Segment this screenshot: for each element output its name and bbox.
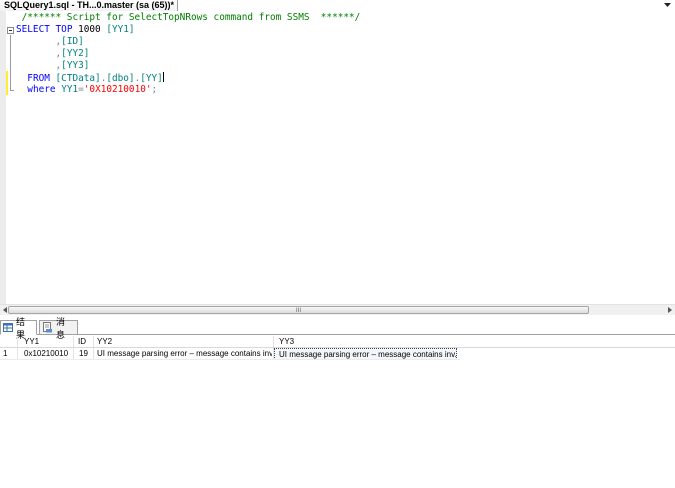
- column-header-id[interactable]: ID: [78, 336, 86, 348]
- code-token: [YY3]: [61, 60, 90, 71]
- unsaved-change-indicator: [6, 71, 8, 95]
- code-token: [dbo]: [106, 73, 135, 84]
- editor-margin: [0, 11, 6, 304]
- column-header-yy2[interactable]: YY2: [97, 336, 112, 348]
- grid-icon: [3, 323, 13, 332]
- code-line[interactable]: where YY1='0X10210010';: [16, 84, 360, 96]
- document-tab-strip: SQLQuery1.sql - TH...0.master (sa (65))*: [0, 0, 675, 11]
- code-token: 1000: [72, 24, 107, 35]
- code-token: [YY]: [140, 73, 163, 84]
- code-line[interactable]: ,[YY3]: [16, 60, 360, 72]
- code-token: ;: [151, 84, 158, 95]
- code-line[interactable]: ,[ID]: [16, 36, 360, 48]
- code-token: [CTData]: [55, 73, 101, 84]
- collapse-outline-icon[interactable]: [7, 27, 14, 34]
- code-line[interactable]: FROM [CTData].[dbo].[YY]: [16, 72, 360, 84]
- scrollbar-grip: III: [295, 307, 302, 314]
- message-document-icon: [43, 322, 52, 333]
- code-token: [YY2]: [61, 48, 90, 59]
- column-header-yy1[interactable]: YY1: [24, 336, 39, 348]
- code-token: [YY1]: [106, 24, 135, 35]
- editor-horizontal-scrollbar[interactable]: III: [0, 304, 675, 315]
- results-grid[interactable]: YY1 ID YY2 YY3 1 0x10210010 19 UI messag…: [0, 336, 675, 360]
- tab-results[interactable]: 结果: [0, 318, 37, 341]
- code-token: FROM: [27, 73, 50, 84]
- outline-guide: [10, 35, 11, 90]
- code-token: '0X10210010': [83, 84, 152, 95]
- text-caret: [162, 72, 164, 82]
- code-token: [ID]: [61, 36, 84, 47]
- code-token: YY1: [61, 84, 79, 95]
- code-text[interactable]: /****** Script for SelectTopNRows comman…: [16, 12, 360, 96]
- code-line[interactable]: SELECT TOP 1000 [YY1]: [16, 24, 360, 36]
- code-token: where: [27, 84, 56, 95]
- column-header-yy3[interactable]: YY3: [279, 336, 294, 348]
- document-tab[interactable]: SQLQuery1.sql - TH...0.master (sa (65))*: [0, 0, 179, 11]
- row-separator: [0, 359, 460, 360]
- results-tab-bar: 结果 消息: [0, 318, 675, 341]
- table-row[interactable]: 1 0x10210010 19 UI message parsing error…: [0, 348, 675, 360]
- code-line[interactable]: /****** Script for SelectTopNRows comman…: [16, 12, 361, 24]
- code-token: SELECT: [16, 24, 50, 35]
- tab-messages[interactable]: 消息: [39, 318, 78, 341]
- scroll-right-arrow-icon[interactable]: [665, 306, 674, 314]
- code-token: /****** Script for SelectTopNRows comman…: [16, 12, 361, 23]
- code-line[interactable]: ,[YY2]: [16, 48, 360, 60]
- outline-guide-end: [10, 90, 14, 91]
- tab-dropdown-icon[interactable]: [663, 1, 672, 9]
- code-token: TOP: [55, 24, 73, 35]
- query-editor[interactable]: /****** Script for SelectTopNRows comman…: [0, 11, 675, 304]
- grid-header-row: YY1 ID YY2 YY3: [0, 336, 675, 348]
- scrollbar-thumb[interactable]: III: [8, 306, 589, 314]
